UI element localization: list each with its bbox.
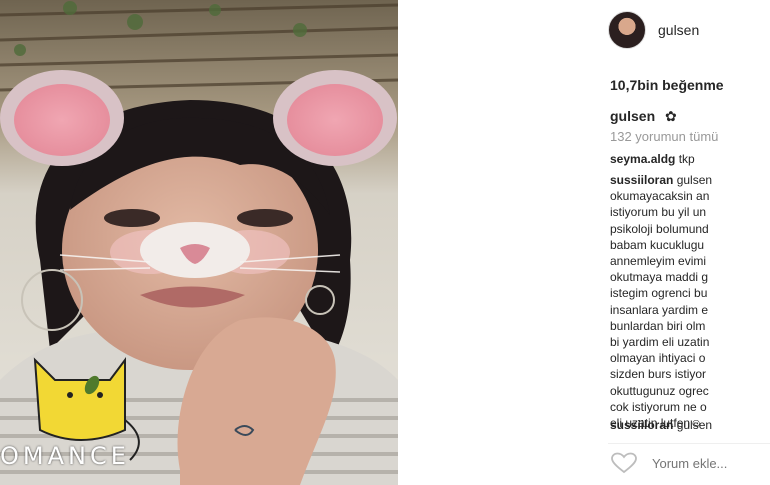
add-comment-bar [610, 452, 770, 474]
comment-text-line: annemleyim evimi [610, 254, 707, 269]
comment-text-line: cok istiyorum ne o [610, 399, 707, 414]
comment-item: seyma.aldg tkp [610, 152, 695, 166]
post-photo [0, 0, 398, 485]
mouse-ear-right [273, 70, 397, 166]
comment-text-line: olmayan ihtiyaci o [610, 351, 706, 366]
comment-text-line: okutmaya maddi g [610, 270, 709, 285]
post-media[interactable]: OMANCE [0, 0, 398, 485]
comment-item: sussiiloran gulsen [610, 418, 712, 432]
comment-text-line: insanlara yardim e [610, 302, 709, 317]
comment-text-line: istegim ogrenci bu [610, 286, 708, 301]
likes-count[interactable]: 10,7bin beğenme [610, 77, 724, 93]
comment-text-line: sizden burs istiyor [610, 367, 707, 382]
flower-icon: ✿ [665, 108, 677, 124]
comment-text-line: okumayacaksin an [610, 189, 710, 204]
comment-username[interactable]: seyma.aldg [610, 152, 675, 166]
comment-text: gulsen [676, 173, 713, 187]
caption: gulsen ✿ [610, 108, 677, 125]
comment-text-line: okuttugunuz ogrec [610, 383, 709, 398]
comment-username[interactable]: sussiiloran [610, 173, 673, 187]
comment-text-line: bi yardim eli uzatin [610, 335, 710, 350]
sticker-text: OMANCE [0, 442, 130, 470]
view-all-comments-link[interactable]: 132 yorumun tümü [610, 129, 718, 144]
comment-text: gulsen [676, 418, 713, 432]
post-username[interactable]: gulsen [658, 22, 699, 38]
comment-item: sussiiloran gulsen okumayacaksin an isti… [610, 172, 712, 431]
comment-text-line: psikoloji bolumund [610, 221, 709, 236]
comment-text-line: istiyorum bu yil un [610, 205, 707, 220]
comment-username[interactable]: sussiiloran [610, 418, 673, 432]
divider [608, 443, 770, 444]
mouse-ear-left [0, 70, 124, 166]
post-header: gulsen [608, 11, 699, 49]
comment-text: tkp [678, 152, 695, 166]
comment-input[interactable] [652, 455, 770, 471]
comment-text-line: babam kucuklugu [610, 237, 705, 252]
comment-text-line: bunlardan biri olm [610, 318, 706, 333]
avatar[interactable] [608, 11, 646, 49]
heart-outline-icon[interactable] [610, 452, 638, 474]
caption-username[interactable]: gulsen [610, 108, 655, 124]
post-sidebar: gulsen 10,7bin beğenme gulsen ✿ 132 yoru… [398, 0, 770, 485]
